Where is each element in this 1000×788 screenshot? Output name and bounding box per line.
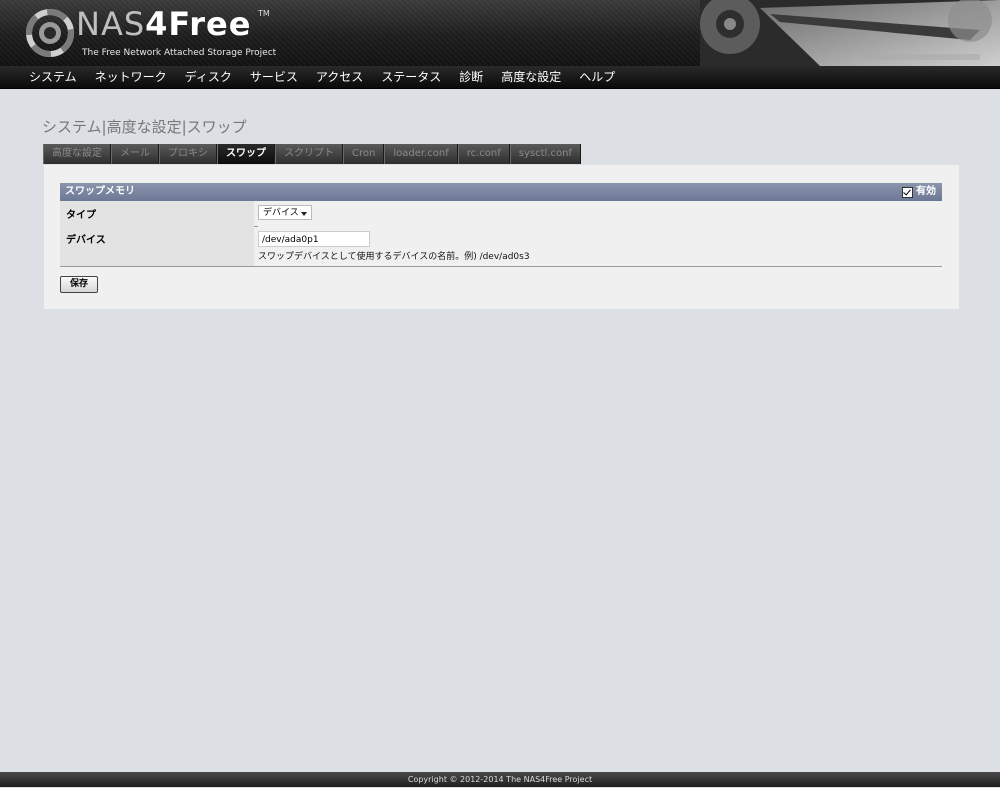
type-select[interactable]: デバイス [258, 205, 312, 220]
brand-prefix: NAS [76, 5, 146, 43]
tab-email[interactable]: メール [111, 144, 159, 164]
tab-advanced[interactable]: 高度な設定 [43, 144, 111, 164]
nav-item-advanced[interactable]: 高度な設定 [492, 66, 570, 88]
tab-loader-conf[interactable]: loader.conf [384, 144, 458, 164]
tab-swap[interactable]: スワップ [217, 144, 275, 164]
nav-item-access[interactable]: アクセス [307, 66, 372, 88]
enable-label: 有効 [916, 186, 936, 197]
tab-cron[interactable]: Cron [343, 144, 385, 164]
device-input[interactable]: /dev/ada0p1 [258, 231, 370, 247]
section-header: スワップメモリ 有効 [60, 183, 942, 201]
enable-toggle[interactable]: 有効 [902, 183, 936, 201]
header: NAS4Free TM The Free Network Attached St… [0, 0, 1000, 66]
trademark: TM [258, 9, 270, 18]
device-label: デバイス [60, 226, 254, 266]
chevron-down-icon [301, 212, 307, 216]
logo[interactable]: NAS4Free TM The Free Network Attached St… [26, 5, 346, 63]
footer: Copyright © 2012-2014 The NAS4Free Proje… [0, 772, 1000, 787]
type-select-value: デバイス [263, 208, 299, 218]
main-nav: システム ネットワーク ディスク サービス アクセス ステータス 診断 高度な設… [0, 66, 1000, 89]
type-value-cell: デバイス [258, 201, 942, 226]
device-row: デバイス /dev/ada0p1 スワップデバイスとして使用するデバイスの名前。… [60, 226, 942, 267]
tab-scripts[interactable]: スクリプト [275, 144, 343, 164]
tab-rc-conf[interactable]: rc.conf [457, 144, 510, 164]
nav-item-diagnostics[interactable]: 診断 [450, 66, 492, 88]
nav-item-status[interactable]: ステータス [372, 66, 450, 88]
brand-name: NAS4Free [76, 5, 251, 43]
page-title: システム|高度な設定|スワップ [42, 118, 247, 136]
nav-item-network[interactable]: ネットワーク [86, 66, 176, 88]
enable-checkbox[interactable] [902, 186, 913, 198]
tab-bar: 高度な設定 メール プロキシ スワップ スクリプト Cron loader.co… [43, 144, 581, 164]
nav-item-services[interactable]: サービス [241, 66, 307, 88]
brand-suffix: 4Free [145, 5, 252, 43]
nav-item-system[interactable]: システム [20, 66, 86, 88]
tab-proxy[interactable]: プロキシ [159, 144, 217, 164]
device-value-cell: /dev/ada0p1 スワップデバイスとして使用するデバイスの名前。例) /d… [258, 226, 942, 266]
nav-item-disks[interactable]: ディスク [176, 66, 241, 88]
save-button[interactable]: 保存 [60, 276, 98, 293]
section-title: スワップメモリ [65, 186, 135, 197]
type-label: タイプ [60, 201, 254, 226]
nav-item-help[interactable]: ヘルプ [570, 66, 624, 88]
device-hint: スワップデバイスとして使用するデバイスの名前。例) /dev/ad0s3 [258, 252, 530, 262]
type-row: タイプ デバイス [60, 201, 942, 227]
tagline: The Free Network Attached Storage Projec… [82, 48, 277, 58]
tab-sysctl-conf[interactable]: sysctl.conf [509, 144, 581, 164]
logo-ring-icon [26, 9, 74, 57]
content-panel: スワップメモリ 有効 タイプ デバイス デバイス /dev/ada0p1 スワッ… [44, 165, 959, 309]
hard-disk-image [700, 0, 1000, 66]
